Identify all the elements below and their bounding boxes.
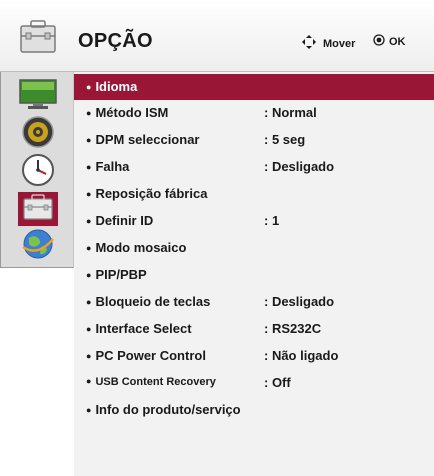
page-title: OPÇÃO xyxy=(78,30,153,52)
monitor-icon xyxy=(18,78,58,115)
move-hint: Mover xyxy=(301,34,355,53)
menu-item-metodo-ism[interactable]: Método ISM : Normal xyxy=(74,100,434,126)
menu-item-pc-power-control[interactable]: PC Power Control : Não ligado xyxy=(74,343,434,369)
menu-item-usb-content-recovery[interactable]: USB Content Recovery : Off xyxy=(74,370,434,396)
menu-item-falha[interactable]: Falha : Desligado xyxy=(74,154,434,180)
speaker-icon xyxy=(20,115,56,154)
menu-header: OPÇÃO Mover OK xyxy=(0,0,434,72)
toolbox-icon xyxy=(18,18,58,54)
menu-item-pip-pbp[interactable]: PIP/PBP xyxy=(74,262,434,288)
menu-panel: Idioma Método ISM : Normal DPM seleccion… xyxy=(74,72,434,476)
move-arrows-icon xyxy=(301,34,317,53)
menu-item-info-produto[interactable]: Info do produto/serviço xyxy=(74,397,434,423)
menu-item-reposicao-fabrica[interactable]: Reposição fábrica xyxy=(74,181,434,207)
clock-icon xyxy=(20,153,56,192)
sidebar-item-network[interactable] xyxy=(14,228,62,264)
menu-item-modo-mosaico[interactable]: Modo mosaico xyxy=(74,235,434,261)
sidebar-item-option[interactable] xyxy=(17,191,59,227)
menu-item-definir-id[interactable]: Definir ID : 1 xyxy=(74,208,434,234)
toolbox-icon xyxy=(22,193,54,226)
menu-item-idioma[interactable]: Idioma xyxy=(74,74,434,100)
globe-icon xyxy=(20,227,56,266)
sidebar-item-time[interactable] xyxy=(14,153,62,192)
sidebar-item-picture[interactable] xyxy=(14,78,62,114)
move-label: Mover xyxy=(323,37,356,50)
menu-item-interface-select[interactable]: Interface Select : RS232C xyxy=(74,316,434,342)
ok-label: OK xyxy=(389,35,406,48)
osd-menu: OPÇÃO Mover OK ● Idioma ● Método ISM: N… xyxy=(0,0,434,476)
ok-button-icon xyxy=(373,34,385,49)
category-sidebar xyxy=(0,72,74,268)
menu-item-bloqueio-de-teclas[interactable]: Bloqueio de teclas : Desligado xyxy=(74,289,434,315)
menu-item-dpm-seleccionar[interactable]: DPM seleccionar : 5 seg xyxy=(74,127,434,153)
sidebar-item-audio[interactable] xyxy=(14,115,62,154)
ok-hint: OK xyxy=(373,34,406,49)
